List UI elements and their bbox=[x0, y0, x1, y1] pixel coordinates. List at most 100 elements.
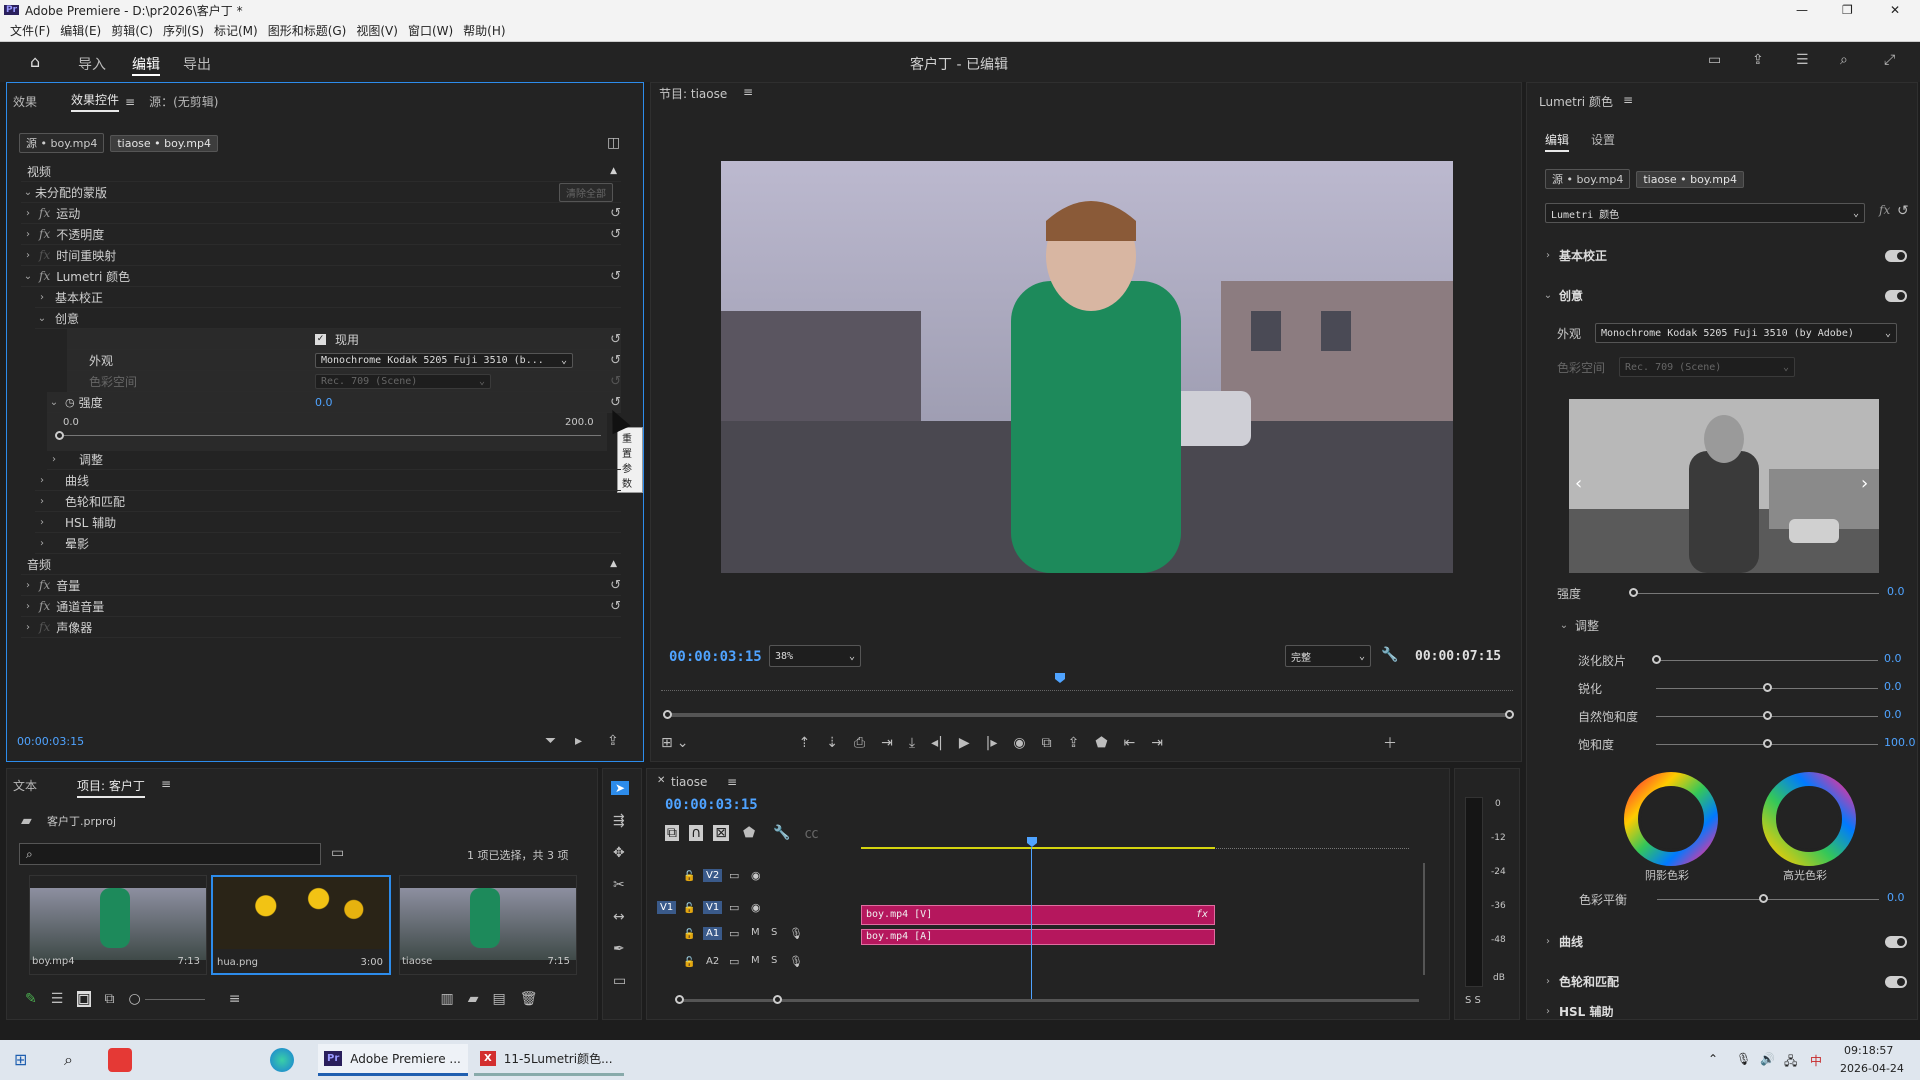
search-icon[interactable]: ⌕ bbox=[1840, 52, 1848, 68]
menu-item[interactable]: 窗口(W) bbox=[408, 22, 453, 39]
step-forward-icon[interactable]: |▸ bbox=[986, 735, 998, 751]
go-to-in-icon[interactable]: ⇤ bbox=[1123, 735, 1135, 751]
timeline-timecode[interactable]: 00:00:03:15 bbox=[665, 797, 758, 813]
lock-icon[interactable]: 🔓 bbox=[683, 929, 695, 940]
chevron-right-icon[interactable]: › bbox=[21, 580, 35, 591]
step-back-icon[interactable]: ◂| bbox=[931, 735, 943, 751]
menu-item[interactable]: 帮助(H) bbox=[463, 22, 505, 39]
lock-icon[interactable]: 🔓 bbox=[683, 957, 695, 968]
play-icon[interactable]: ▶ bbox=[959, 735, 970, 751]
edge-icon[interactable] bbox=[270, 1048, 294, 1072]
adjust-slider-value[interactable]: 0.0 bbox=[1884, 652, 1902, 665]
chevron-right-icon[interactable]: › bbox=[47, 454, 61, 465]
menu-item[interactable]: 视图(V) bbox=[356, 22, 398, 39]
project-item-boy[interactable]: boy.mp4 7:13 bbox=[29, 875, 207, 975]
search-field[interactable] bbox=[38, 846, 299, 862]
export-frame-icon[interactable]: ⎙ bbox=[854, 735, 865, 751]
icon-view-icon[interactable]: ▣ bbox=[77, 991, 91, 1007]
tab-text[interactable]: 文本 bbox=[13, 777, 37, 794]
collapse-icon[interactable]: ▲ bbox=[610, 559, 617, 569]
zoom-scrollbar[interactable] bbox=[663, 713, 1513, 717]
reset-icon[interactable]: ↺ bbox=[610, 206, 621, 221]
chevron-down-icon[interactable]: ⌄ bbox=[677, 735, 689, 751]
windows-start-icon[interactable]: ⊞ bbox=[14, 1050, 27, 1069]
new-bin-icon[interactable]: ▭ bbox=[331, 845, 344, 861]
tab-effects[interactable]: 效果 bbox=[13, 93, 37, 110]
reset-icon[interactable]: ↺ bbox=[610, 374, 621, 389]
time-ruler[interactable] bbox=[661, 679, 1513, 691]
insert-icon[interactable]: ⇥ bbox=[881, 735, 893, 751]
reset-icon[interactable]: ↺ bbox=[610, 227, 621, 242]
track-select-icon[interactable]: ⇶ bbox=[613, 813, 625, 829]
intensity-value[interactable]: 0.0 bbox=[315, 396, 333, 409]
lumetri-wheels-row[interactable]: › 色轮和匹配 bbox=[35, 491, 621, 512]
share-icon[interactable]: ⇪ bbox=[1068, 735, 1080, 751]
track-name[interactable]: V1 bbox=[703, 901, 723, 914]
solo-buttons[interactable]: S S bbox=[1465, 995, 1481, 1006]
lumetri-hsl-row[interactable]: › HSL 辅助 bbox=[35, 512, 621, 533]
effect-select-dropdown[interactable]: Lumetri 颜色 ⌄ bbox=[1545, 203, 1865, 223]
horizontal-scrollbar[interactable] bbox=[679, 999, 1419, 1002]
chevron-right-icon[interactable]: › bbox=[35, 517, 49, 528]
slip-icon[interactable]: ↔ bbox=[613, 909, 625, 925]
automate-icon[interactable]: ▥ bbox=[440, 991, 453, 1007]
reset-icon[interactable]: ↺ bbox=[1897, 203, 1909, 219]
scroll-handle-left[interactable] bbox=[663, 710, 672, 719]
creative-toggle[interactable] bbox=[1885, 289, 1907, 302]
adjust-slider-knob[interactable] bbox=[1763, 711, 1772, 720]
fx-icon[interactable]: fx bbox=[1879, 203, 1890, 217]
tab-import[interactable]: 导入 bbox=[78, 54, 106, 74]
adjust-slider-knob[interactable] bbox=[1763, 739, 1772, 748]
effect-row-panner[interactable]: › fx 声像器 bbox=[21, 617, 621, 638]
mic-icon[interactable]: 🎙 bbox=[789, 955, 803, 968]
menu-item[interactable]: 编辑(E) bbox=[60, 22, 101, 39]
mic-icon[interactable]: 🎙 bbox=[1736, 1052, 1751, 1066]
chevron-right-icon[interactable]: › bbox=[21, 208, 35, 219]
selection-tool-icon[interactable]: ➤ bbox=[611, 781, 630, 795]
menu-item[interactable]: 文件(F) bbox=[10, 22, 50, 39]
intensity-slider-knob[interactable] bbox=[1629, 588, 1638, 597]
taskbar-premiere[interactable]: Pr Adobe Premiere ... bbox=[318, 1044, 468, 1076]
solo-icon[interactable]: S bbox=[771, 927, 777, 938]
overwrite-icon[interactable]: ⤓ bbox=[909, 735, 915, 751]
video-clip[interactable]: boy.mp4 [V] fx bbox=[861, 905, 1215, 925]
go-to-out-icon[interactable]: ⇥ bbox=[1151, 735, 1163, 751]
effect-row-motion[interactable]: › fx 运动 ↺ bbox=[21, 203, 621, 224]
clear-all-button[interactable]: 清除全部 bbox=[559, 182, 613, 202]
lumetri-vignette-row[interactable]: › 晕影 bbox=[35, 533, 621, 554]
source-clip-chip[interactable]: 源 • boy.mp4 bbox=[1545, 169, 1631, 189]
razor-icon[interactable]: ✂ bbox=[613, 877, 625, 893]
search-icon[interactable]: ⌕ bbox=[64, 1050, 73, 1070]
creative-header[interactable]: ⌄ 创意 bbox=[1541, 287, 1907, 304]
tab-lumetri-settings[interactable]: 设置 bbox=[1591, 131, 1615, 148]
hsl-header[interactable]: › HSL 辅助 bbox=[1541, 1005, 1907, 1017]
effect-row-time-remap[interactable]: › fx 时间重映射 bbox=[21, 245, 621, 266]
adjust-slider-knob[interactable] bbox=[1652, 655, 1661, 664]
captions-icon[interactable]: ㏄ bbox=[805, 823, 819, 843]
fullscreen-icon[interactable]: ⤢ bbox=[1884, 52, 1895, 68]
scroll-handle-right[interactable] bbox=[1505, 710, 1514, 719]
eye-icon[interactable]: ◉ bbox=[751, 901, 761, 914]
chevron-down-icon[interactable]: ⌄ bbox=[35, 313, 49, 324]
adjust-slider-track[interactable] bbox=[1656, 660, 1878, 661]
linked-selection-icon[interactable]: ⊠ bbox=[713, 825, 729, 841]
tab-lumetri-edit[interactable]: 编辑 bbox=[1545, 131, 1570, 152]
menu-item[interactable]: 图形和标题(G) bbox=[268, 22, 347, 39]
pencil-icon[interactable]: ✎ bbox=[25, 991, 37, 1007]
panel-menu-icon[interactable]: ≡ bbox=[125, 95, 135, 109]
hscroll-right-handle[interactable] bbox=[773, 995, 782, 1004]
restore-icon[interactable]: ❐ bbox=[1842, 3, 1853, 17]
panel-menu-icon[interactable]: ≡ bbox=[727, 775, 737, 789]
chevron-right-icon[interactable]: › bbox=[21, 601, 35, 612]
adjust-slider-value[interactable]: 0.0 bbox=[1884, 680, 1902, 693]
panel-menu-icon[interactable]: ≡ bbox=[1623, 93, 1633, 107]
adjust-slider-knob[interactable] bbox=[1763, 683, 1772, 692]
curves-toggle[interactable] bbox=[1885, 935, 1907, 948]
chevron-down-icon[interactable]: ⌄ bbox=[21, 187, 35, 198]
zoom-slider-knob[interactable]: ○ bbox=[129, 991, 141, 1007]
color-balance-knob[interactable] bbox=[1759, 894, 1768, 903]
reset-icon[interactable]: ↺ bbox=[610, 269, 621, 284]
chevron-right-icon[interactable]: › bbox=[35, 475, 49, 486]
intensity-slider-track[interactable] bbox=[1633, 593, 1879, 594]
tab-export[interactable]: 导出 bbox=[183, 54, 211, 74]
